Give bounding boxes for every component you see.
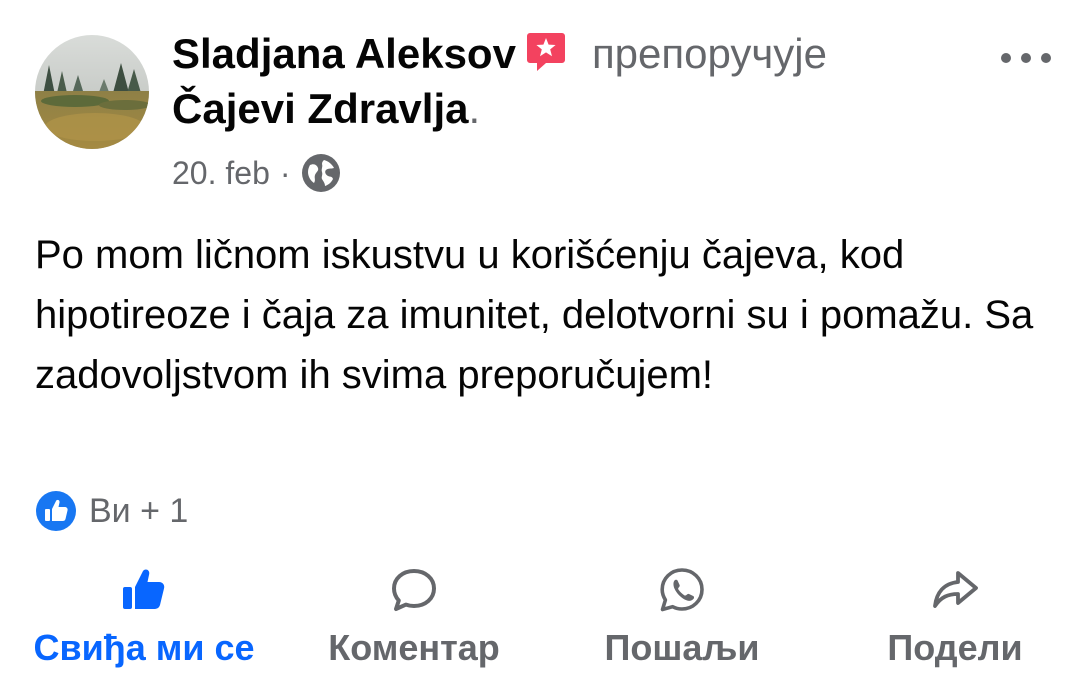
recommend-verb: препоручује	[591, 30, 827, 77]
reactions-summary[interactable]: Ви + 1	[35, 488, 188, 534]
comment-bubble-icon	[392, 569, 436, 611]
send-whatsapp-button[interactable]: Пошаљи	[592, 565, 772, 681]
post-body-text: Po mom ličnom iskustvu u korišćenju čaje…	[35, 233, 1034, 397]
trailing-period: .	[468, 85, 481, 132]
share-arrow-icon	[933, 571, 978, 608]
post-header: Sladjana Aleksov препоручује Čajevi Zdra…	[172, 26, 972, 136]
author-name[interactable]: Sladjana Aleksov	[172, 30, 516, 78]
like-button[interactable]: Свиђа ми се	[28, 565, 260, 681]
thumbs-up-icon	[123, 569, 165, 609]
meta-separator: ·	[279, 154, 291, 191]
more-options-button[interactable]	[998, 38, 1054, 78]
author-avatar[interactable]	[35, 35, 149, 149]
send-label: Пошаљи	[604, 627, 760, 668]
globe-icon	[301, 153, 341, 193]
like-label: Свиђа ми се	[33, 627, 255, 668]
avatar-photo	[35, 35, 149, 149]
share-label: Подели	[887, 627, 1023, 668]
comment-button[interactable]: Коментар	[312, 565, 516, 681]
recommend-icon	[526, 31, 566, 73]
like-icon	[35, 490, 77, 532]
action-bar: Свиђа ми се Коментар Пошаљи Подели	[0, 565, 1080, 681]
recommended-page-name[interactable]: Čajevi Zdravlja	[172, 85, 468, 133]
post-card: Sladjana Aleksov препоручује Čajevi Zdra…	[0, 0, 1080, 681]
post-date[interactable]: 20. feb	[172, 155, 270, 192]
reactions-count: Ви + 1	[89, 491, 189, 530]
comment-label: Коментар	[328, 627, 500, 668]
post-meta: 20. feb ·	[172, 150, 341, 196]
ellipsis-icon	[1001, 53, 1051, 63]
share-button[interactable]: Подели	[872, 565, 1038, 681]
whatsapp-icon	[660, 568, 704, 612]
